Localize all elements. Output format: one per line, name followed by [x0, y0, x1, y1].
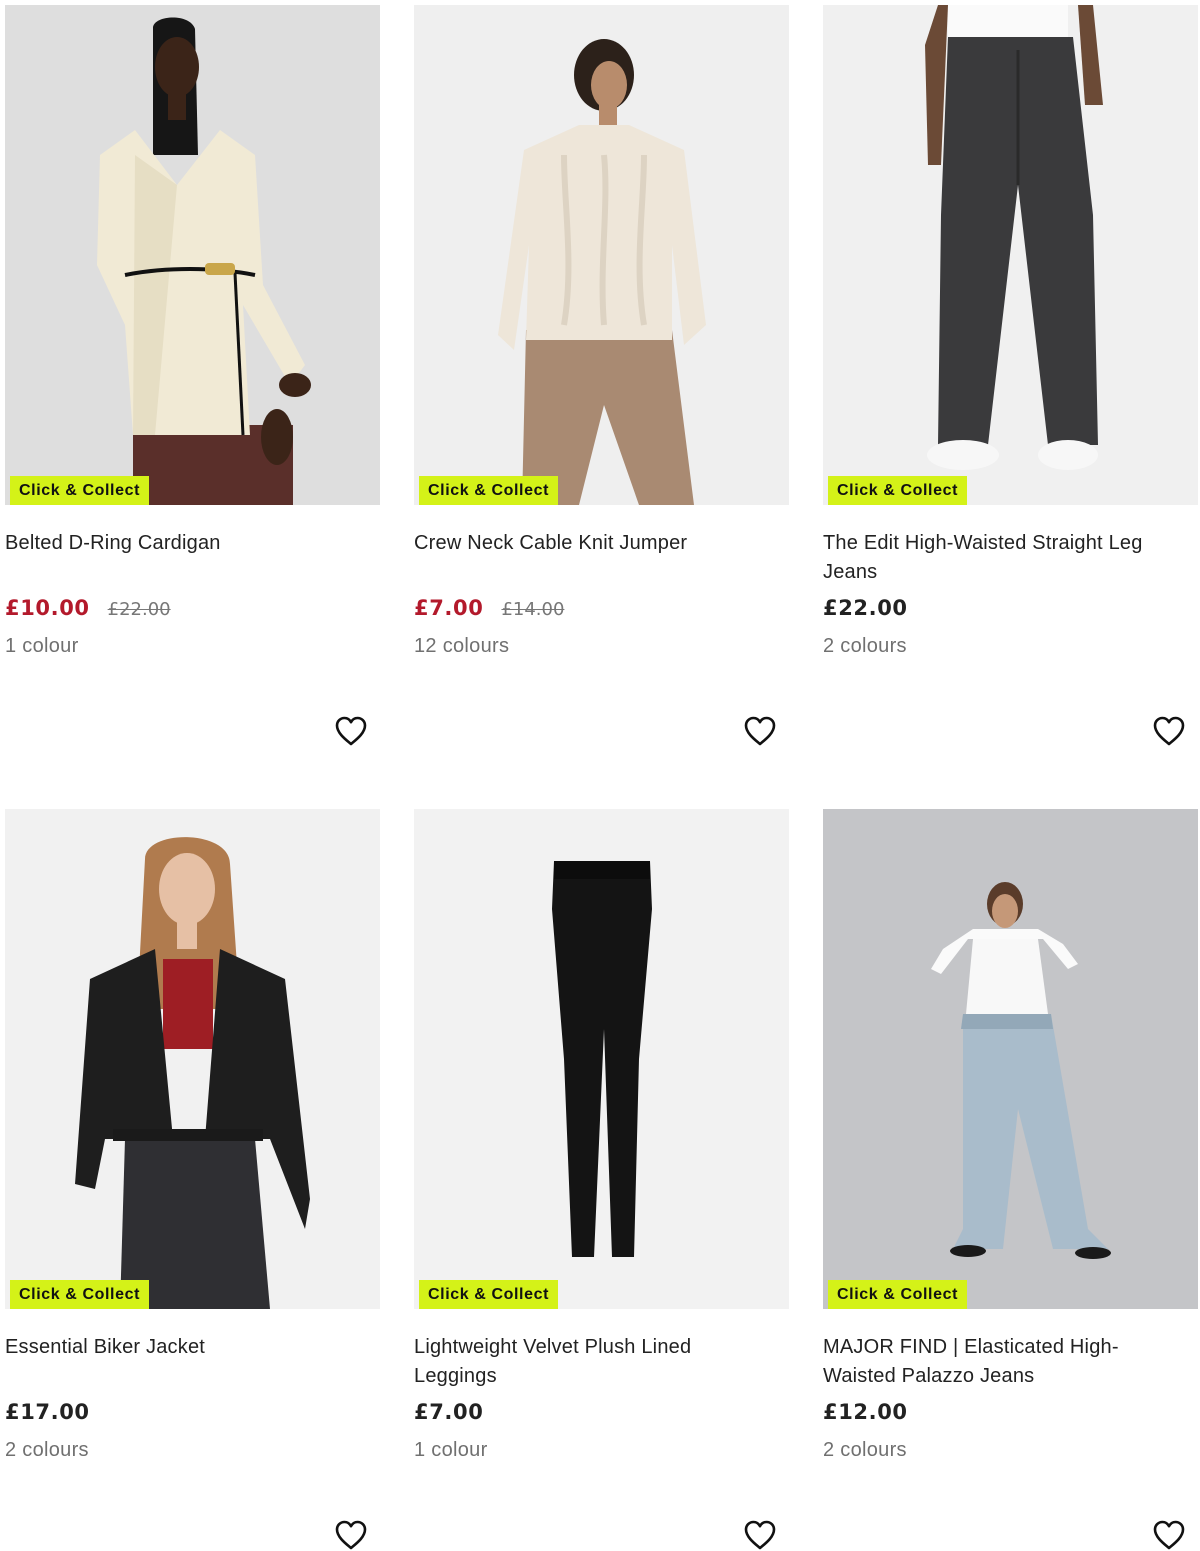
product-title[interactable]: MAJOR FIND | Elasticated High-Waisted Pa… — [823, 1333, 1183, 1391]
click-and-collect-badge: Click & Collect — [419, 1280, 559, 1309]
heart-outline-icon — [334, 715, 368, 747]
sale-price: £10.00 — [5, 596, 90, 620]
price: £12.00 — [823, 1400, 908, 1424]
product-photo-jumper — [414, 5, 789, 505]
wishlist-button[interactable] — [1149, 711, 1189, 751]
product-image[interactable]: Click & Collect — [5, 5, 380, 505]
product-title[interactable]: Essential Biker Jacket — [5, 1333, 365, 1362]
product-title[interactable]: The Edit High-Waisted Straight Leg Jeans — [823, 529, 1183, 587]
wishlist-button[interactable] — [331, 1515, 371, 1551]
wishlist-button[interactable] — [740, 1515, 780, 1551]
product-card[interactable]: Click & Collect Belted D-Ring Cardigan £… — [5, 5, 380, 505]
colour-count: 1 colour — [5, 635, 79, 657]
click-and-collect-badge: Click & Collect — [828, 1280, 968, 1309]
product-image[interactable]: Click & Collect — [414, 809, 789, 1309]
colour-count: 1 colour — [414, 1439, 488, 1461]
price: £7.00 — [414, 1400, 484, 1424]
heart-outline-icon — [1152, 715, 1186, 747]
price-group: £7.00 — [414, 1400, 483, 1424]
original-price: £22.00 — [107, 599, 171, 620]
product-title[interactable]: Crew Neck Cable Knit Jumper — [414, 529, 774, 558]
product-photo-jeans — [823, 5, 1198, 505]
price-group: £17.00 — [5, 1400, 90, 1424]
product-card[interactable]: Click & Collect Lightweight Velvet Plush… — [414, 809, 789, 1309]
heart-outline-icon — [334, 1519, 368, 1551]
colour-count: 2 colours — [823, 1439, 907, 1461]
heart-outline-icon — [743, 715, 777, 747]
product-photo-biker-jacket — [5, 809, 380, 1309]
price: £17.00 — [5, 1400, 90, 1424]
colour-count: 12 colours — [414, 635, 510, 657]
colour-count: 2 colours — [823, 635, 907, 657]
product-photo-cardigan — [5, 5, 380, 505]
product-card[interactable]: Click & Collect MAJOR FIND | Elasticated… — [823, 809, 1198, 1309]
click-and-collect-badge: Click & Collect — [419, 476, 559, 505]
price-group: £7.00 £14.00 — [414, 596, 564, 620]
click-and-collect-badge: Click & Collect — [10, 476, 150, 505]
product-card[interactable]: Click & Collect Crew Neck Cable Knit Jum… — [414, 5, 789, 505]
wishlist-button[interactable] — [331, 711, 371, 751]
product-image[interactable]: Click & Collect — [823, 5, 1198, 505]
product-image[interactable]: Click & Collect — [823, 809, 1198, 1309]
product-photo-leggings — [414, 809, 789, 1309]
sale-price: £7.00 — [414, 596, 484, 620]
colour-count: 2 colours — [5, 1439, 89, 1461]
wishlist-button[interactable] — [1149, 1515, 1189, 1551]
price: £22.00 — [823, 596, 908, 620]
price-group: £22.00 — [823, 596, 908, 620]
heart-outline-icon — [1152, 1519, 1186, 1551]
wishlist-button[interactable] — [740, 711, 780, 751]
click-and-collect-badge: Click & Collect — [10, 1280, 150, 1309]
heart-outline-icon — [743, 1519, 777, 1551]
product-title[interactable]: Lightweight Velvet Plush Lined Leggings — [414, 1333, 774, 1391]
product-image[interactable]: Click & Collect — [5, 809, 380, 1309]
product-card[interactable]: Click & Collect Essential Biker Jacket £… — [5, 809, 380, 1309]
product-image[interactable]: Click & Collect — [414, 5, 789, 505]
click-and-collect-badge: Click & Collect — [828, 476, 968, 505]
price-group: £10.00 £22.00 — [5, 596, 171, 620]
original-price: £14.00 — [501, 599, 565, 620]
price-group: £12.00 — [823, 1400, 908, 1424]
product-photo-palazzo-jeans — [823, 809, 1198, 1309]
product-card[interactable]: Click & Collect The Edit High-Waisted St… — [823, 5, 1198, 505]
product-title[interactable]: Belted D-Ring Cardigan — [5, 529, 365, 558]
